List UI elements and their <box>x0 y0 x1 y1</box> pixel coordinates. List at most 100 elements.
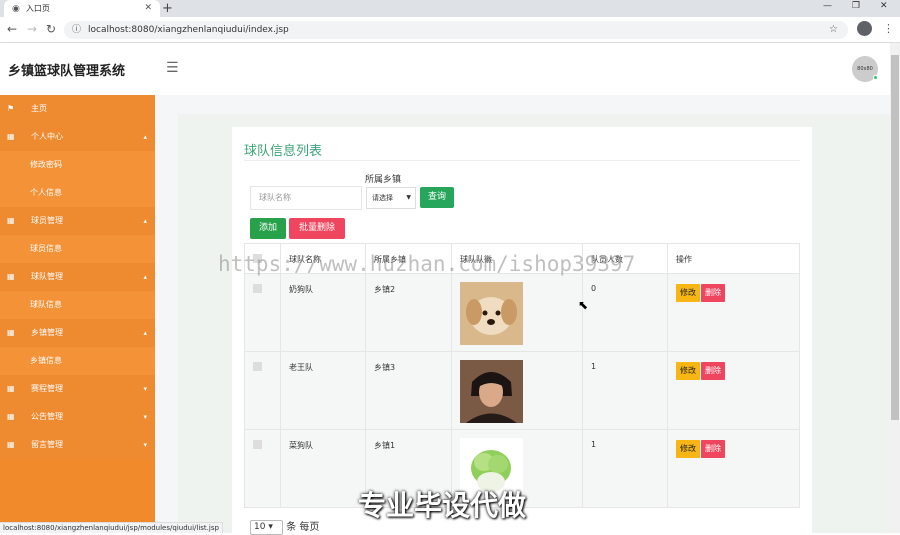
edit-button[interactable]: 修改 <box>676 284 700 302</box>
row-select-cell <box>244 351 281 430</box>
sidebar-item-label: 球队信息 <box>30 300 62 309</box>
sidebar-item-personal-info[interactable]: 个人信息 <box>0 179 155 207</box>
globe-icon: ◉ <box>12 3 20 14</box>
edit-button[interactable]: 修改 <box>676 362 700 380</box>
sidebar-item-label: 留言管理 <box>31 440 63 449</box>
table-row: 奶狗队 乡镇2 0 修改 删除 <box>244 273 800 352</box>
avatar[interactable]: 80x80 <box>852 56 878 82</box>
actions-cell: 修改 删除 <box>667 351 800 430</box>
sidebar-item-label: 球员管理 <box>31 216 63 225</box>
browser-tab[interactable]: ◉ 入口页 ✕ <box>4 0 160 17</box>
avatar-text: 80x80 <box>857 66 873 72</box>
browser-tabbar: ◉ 入口页 ✕ + — ❐ ✕ <box>0 0 900 17</box>
sidebar-item-team-info[interactable]: 球队信息 <box>0 291 155 319</box>
sidebar-item-notice-mgmt[interactable]: ▦ 公告管理 ▾ <box>0 403 155 431</box>
bookmark-star-icon[interactable]: ☆ <box>829 21 838 39</box>
grid-icon: ▦ <box>7 328 15 337</box>
batch-delete-button[interactable]: 批量删除 <box>289 218 345 239</box>
table-row: 老王队 乡镇3 1 修改 删除 <box>244 351 800 430</box>
page-title: 球队信息列表 <box>244 144 323 159</box>
url-field[interactable]: ⓘ localhost:8080/xiangzhenlanqiudui/inde… <box>64 21 848 39</box>
town-cell: 乡镇2 <box>365 273 452 352</box>
chevron-up-icon: ▴ <box>143 133 147 141</box>
forward-icon[interactable]: → <box>27 22 37 36</box>
chevron-up-icon: ▴ <box>143 329 147 337</box>
minimize-icon[interactable]: — <box>823 1 832 11</box>
emblem-cell <box>451 273 583 352</box>
sidebar-item-town-info[interactable]: 乡镇信息 <box>0 347 155 375</box>
sidebar-item-label: 乡镇管理 <box>31 328 63 337</box>
back-icon[interactable]: ← <box>7 22 17 36</box>
sidebar-item-player-mgmt[interactable]: ▦ 球员管理 ▴ <box>0 207 155 235</box>
sidebar-item-label: 球队管理 <box>31 272 63 281</box>
town-select-value: 请选择 <box>372 194 393 202</box>
chevron-up-icon: ▴ <box>143 217 147 225</box>
team-name-search-input[interactable]: 球队名称 <box>250 186 362 210</box>
sidebar-item-label: 个人中心 <box>31 132 63 141</box>
page-size-select[interactable]: 10 ▾ <box>250 519 283 535</box>
restore-icon[interactable]: ❐ <box>852 1 860 11</box>
sidebar-item-label: 赛程管理 <box>31 384 63 393</box>
page-size-value: 10 <box>254 521 266 532</box>
chevron-down-icon: ▾ <box>143 413 147 421</box>
reload-icon[interactable]: ↻ <box>46 22 56 36</box>
row-select-cell <box>244 429 281 508</box>
row-checkbox[interactable] <box>253 362 262 371</box>
info-icon[interactable]: ⓘ <box>72 21 81 39</box>
chevron-down-icon: ▾ <box>143 441 147 449</box>
sidebar-item-personal-center[interactable]: ▦ 个人中心 ▴ <box>0 123 155 151</box>
sidebar-item-label: 主页 <box>31 104 47 113</box>
sidebar-item-label: 球员信息 <box>30 244 62 253</box>
puppy-emblem-image <box>460 282 523 345</box>
member-count-cell: 0 <box>582 273 668 352</box>
delete-button[interactable]: 删除 <box>701 440 725 458</box>
sidebar-item-label: 公告管理 <box>31 412 63 421</box>
team-table: 球队名称 所属乡镇 球队队徽 队员人数 操作 奶狗队 乡镇2 0 修改 删除 老… <box>244 243 800 508</box>
page-scrollbar[interactable] <box>890 43 900 533</box>
app-title: 乡镇篮球队管理系统 <box>8 64 126 79</box>
profile-icon[interactable] <box>857 21 872 36</box>
actions-cell: 修改 删除 <box>667 429 800 508</box>
row-select-cell <box>244 273 281 352</box>
row-checkbox[interactable] <box>253 284 262 293</box>
sidebar-item-message-mgmt[interactable]: ▦ 留言管理 ▾ <box>0 431 155 459</box>
grid-icon: ▦ <box>7 384 15 393</box>
sidebar-item-change-password[interactable]: 修改密码 <box>0 151 155 179</box>
team-name-cell: 老王队 <box>280 351 366 430</box>
delete-button[interactable]: 删除 <box>701 362 725 380</box>
window-close-icon[interactable]: ✕ <box>880 1 888 11</box>
online-status-dot <box>873 75 878 80</box>
status-bar-url: localhost:8080/xiangzhenlanqiudui/jsp/mo… <box>0 522 223 533</box>
sidebar-item-schedule-mgmt[interactable]: ▦ 赛程管理 ▾ <box>0 375 155 403</box>
row-checkbox[interactable] <box>253 440 262 449</box>
scrollbar-thumb[interactable] <box>891 55 899 420</box>
browser-menu-icon[interactable]: ⋮ <box>883 22 894 35</box>
tab-title: 入口页 <box>25 4 50 13</box>
grid-icon: ▦ <box>7 272 15 281</box>
mouse-cursor-icon: ⬉ <box>578 298 589 312</box>
grid-icon: ▦ <box>7 132 15 141</box>
team-name-cell: 菜狗队 <box>280 429 366 508</box>
actions-cell: 修改 删除 <box>667 273 800 352</box>
delete-button[interactable]: 删除 <box>701 284 725 302</box>
url-text: localhost:8080/xiangzhenlanqiudui/index.… <box>88 25 289 35</box>
add-button[interactable]: 添加 <box>250 218 286 239</box>
sidebar-item-home[interactable]: ⚑ 主页 <box>0 95 155 123</box>
new-tab-icon[interactable]: + <box>162 0 173 17</box>
town-filter-select[interactable]: 请选择 ▼ <box>366 187 416 209</box>
member-count-cell: 1 <box>582 351 668 430</box>
sidebar-item-player-info[interactable]: 球员信息 <box>0 235 155 263</box>
hamburger-menu-icon[interactable]: ☰ <box>166 60 179 76</box>
close-tab-icon[interactable]: ✕ <box>144 3 152 13</box>
edit-button[interactable]: 修改 <box>676 440 700 458</box>
chevron-down-icon: ▼ <box>406 194 411 201</box>
town-filter-label: 所属乡镇 <box>365 175 402 185</box>
flag-icon: ⚑ <box>7 104 15 113</box>
search-button[interactable]: 查询 <box>420 187 454 208</box>
chevron-down-icon: ▾ <box>143 385 147 393</box>
sidebar-item-town-mgmt[interactable]: ▦ 乡镇管理 ▴ <box>0 319 155 347</box>
sidebar-item-team-mgmt[interactable]: ▦ 球队管理 ▴ <box>0 263 155 291</box>
pagination: 10 ▾ 条 每页 <box>250 518 319 535</box>
app-header: 乡镇篮球队管理系统 ☰ 80x80 <box>0 43 890 95</box>
chevron-up-icon: ▴ <box>143 273 147 281</box>
